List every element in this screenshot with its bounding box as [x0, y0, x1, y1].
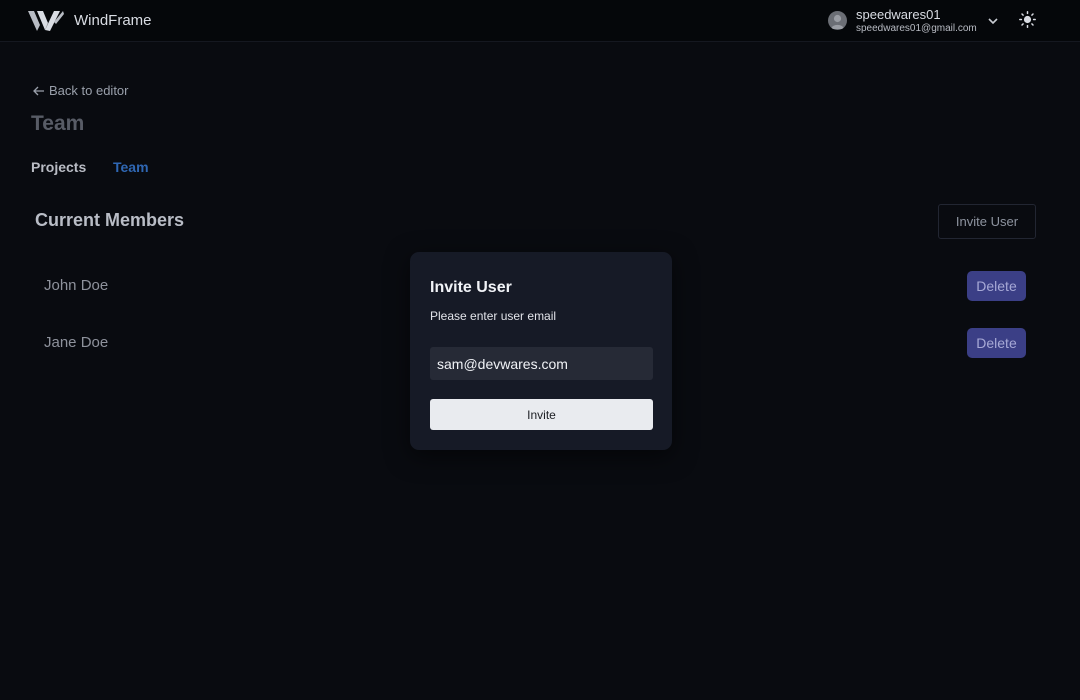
windframe-logo-icon[interactable]	[28, 11, 64, 31]
page-title: Team	[31, 112, 85, 135]
invite-submit-button[interactable]: Invite	[430, 399, 653, 430]
sun-icon[interactable]	[1019, 11, 1036, 28]
modal-subtitle: Please enter user email	[430, 309, 557, 323]
invite-user-modal: Invite User Please enter user email Invi…	[410, 252, 672, 450]
arrow-left-icon	[33, 86, 44, 95]
member-name: Jane Doe	[44, 334, 109, 351]
modal-title: Invite User	[430, 279, 512, 296]
delete-button[interactable]: Delete	[967, 328, 1026, 358]
invite-user-button[interactable]: Invite User	[938, 204, 1036, 239]
back-label: Back to editor	[49, 83, 129, 98]
tab-team[interactable]: Team	[113, 159, 149, 175]
avatar[interactable]	[828, 11, 847, 30]
tab-projects[interactable]: Projects	[31, 159, 86, 175]
back-to-editor-link[interactable]: Back to editor	[32, 83, 129, 98]
delete-button[interactable]: Delete	[967, 271, 1026, 301]
section-title: Current Members	[35, 210, 185, 230]
email-field[interactable]	[430, 347, 653, 380]
chevron-down-icon[interactable]	[986, 14, 1000, 28]
user-name: speedwares01	[856, 7, 941, 22]
member-name: John Doe	[44, 277, 109, 294]
brand-name[interactable]: WindFrame	[74, 12, 152, 29]
top-bar: WindFrame speedwares01 speedwares01@gmai…	[0, 0, 1080, 42]
user-email: speedwares01@gmail.com	[856, 23, 977, 34]
